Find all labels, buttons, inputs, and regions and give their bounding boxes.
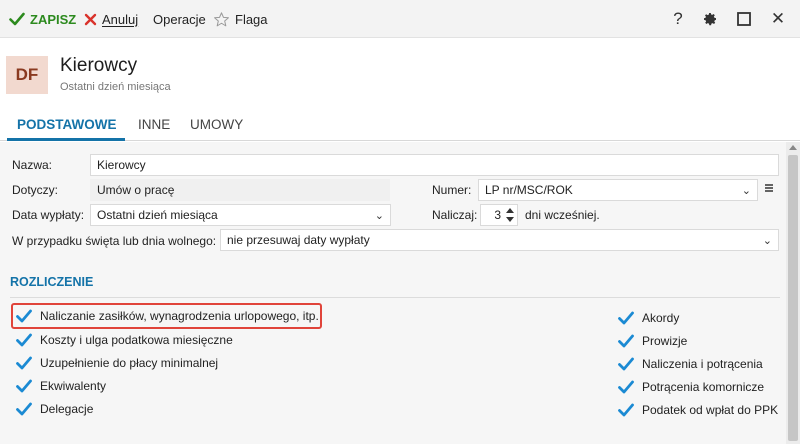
scroll-up-arrow-icon[interactable] bbox=[789, 145, 797, 150]
tab-podstawowe[interactable]: PODSTAWOWE bbox=[17, 117, 117, 132]
checkbox-accruals-deductions[interactable]: Naliczenia i potrącenia bbox=[618, 354, 763, 374]
tab-bar: PODSTAWOWE INNE UMOWY bbox=[0, 111, 800, 141]
section-divider bbox=[10, 297, 780, 298]
accrue-suffix: dni wcześniej. bbox=[525, 208, 600, 222]
square-icon bbox=[737, 12, 751, 26]
check-icon bbox=[618, 357, 634, 371]
checkbox-delegations[interactable]: Delegacje bbox=[16, 399, 93, 419]
checkbox-label: Naliczanie zasiłków, wynagrodzenia urlop… bbox=[40, 309, 319, 323]
checkbox-piecework[interactable]: Akordy bbox=[618, 308, 679, 328]
holiday-label: W przypadku święta lub dnia wolnego: bbox=[12, 234, 217, 248]
tab-inne[interactable]: INNE bbox=[138, 117, 170, 132]
check-icon bbox=[618, 311, 634, 325]
applies-label: Dotyczy: bbox=[12, 183, 59, 197]
page-subtitle: Ostatni dzień miesiąca bbox=[60, 81, 171, 93]
stepper-arrows-icon[interactable] bbox=[506, 208, 514, 222]
maximize-button[interactable] bbox=[734, 9, 754, 29]
operations-menu-button[interactable]: Operacje bbox=[153, 10, 206, 28]
chevron-down-icon: ⌄ bbox=[374, 210, 384, 222]
applies-field: Umów o pracę bbox=[90, 179, 390, 201]
checkbox-equivalents[interactable]: Ekwiwalenty bbox=[16, 376, 106, 396]
checkbox-label: Naliczenia i potrącenia bbox=[642, 357, 763, 371]
checkbox-tax-costs[interactable]: Koszty i ulga podatkowa miesięczne bbox=[16, 330, 233, 350]
gear-icon[interactable] bbox=[700, 9, 720, 29]
save-button[interactable]: ZAPISZ bbox=[9, 10, 76, 28]
check-icon bbox=[618, 334, 634, 348]
checkbox-label: Potrącenia komornicze bbox=[642, 380, 765, 394]
name-label: Nazwa: bbox=[12, 158, 53, 172]
vertical-scrollbar[interactable] bbox=[786, 142, 800, 444]
cancel-button[interactable]: Anuluj bbox=[84, 10, 138, 28]
form-panel: Nazwa: Kierowcy Dotyczy: Umów o pracę Nu… bbox=[0, 142, 786, 444]
save-label: ZAPISZ bbox=[30, 11, 77, 27]
flag-button[interactable]: Flaga bbox=[213, 10, 268, 28]
checkbox-ppk-tax[interactable]: Podatek od wpłat do PPK bbox=[618, 400, 778, 420]
menu-lines-icon[interactable] bbox=[764, 182, 776, 196]
accrue-days-stepper[interactable]: 3 bbox=[480, 204, 518, 226]
toolbar: ZAPISZ Anuluj Operacje Flaga ? ✕ bbox=[0, 0, 800, 38]
checkbox-label: Prowizje bbox=[642, 334, 688, 348]
check-icon bbox=[16, 356, 32, 370]
avatar: DF bbox=[6, 56, 48, 94]
holiday-select[interactable]: nie przesuwaj daty wypłaty ⌄ bbox=[220, 229, 779, 251]
close-icon bbox=[84, 13, 97, 25]
chevron-down-icon: ⌄ bbox=[762, 235, 772, 247]
record-header: DF Kierowcy Ostatni dzień miesiąca bbox=[0, 39, 800, 111]
chevron-down-icon: ⌄ bbox=[741, 185, 751, 197]
page-title: Kierowcy bbox=[60, 55, 138, 76]
scrollbar-thumb[interactable] bbox=[788, 155, 798, 441]
checkbox-commissions[interactable]: Prowizje bbox=[618, 331, 687, 351]
check-icon bbox=[16, 333, 32, 347]
star-icon bbox=[214, 11, 229, 26]
tab-umowy[interactable]: UMOWY bbox=[190, 117, 243, 132]
checkbox-label: Uzupełnienie do płacy minimalnej bbox=[40, 356, 219, 370]
number-label: Numer: bbox=[432, 183, 472, 197]
active-tab-indicator bbox=[7, 138, 125, 141]
check-icon bbox=[618, 380, 634, 394]
operations-label: Operacje bbox=[153, 11, 206, 27]
flag-label: Flaga bbox=[235, 11, 268, 27]
checkbox-label: Podatek od wpłat do PPK bbox=[642, 403, 779, 417]
check-icon bbox=[16, 309, 32, 323]
checkbox-label: Akordy bbox=[642, 311, 680, 325]
payout-date-select[interactable]: Ostatni dzień miesiąca ⌄ bbox=[90, 204, 391, 226]
check-icon bbox=[16, 402, 32, 416]
number-select[interactable]: LP nr/MSC/ROK ⌄ bbox=[478, 179, 758, 201]
cancel-label: Anuluj bbox=[102, 11, 139, 27]
checkbox-label: Delegacje bbox=[40, 402, 94, 416]
checkbox-benefits-accrual[interactable]: Naliczanie zasiłków, wynagrodzenia urlop… bbox=[16, 306, 319, 326]
checkmark-icon bbox=[9, 12, 25, 26]
check-icon bbox=[16, 379, 32, 393]
checkbox-minimum-wage[interactable]: Uzupełnienie do płacy minimalnej bbox=[16, 353, 218, 373]
accrue-label: Naliczaj: bbox=[432, 208, 478, 222]
payout-date-label: Data wypłaty: bbox=[12, 208, 85, 222]
settlement-section-title: ROZLICZENIE bbox=[10, 275, 94, 289]
checkbox-bailiff-deductions[interactable]: Potrącenia komornicze bbox=[618, 377, 764, 397]
close-window-button[interactable]: ✕ bbox=[768, 9, 788, 29]
check-icon bbox=[618, 403, 634, 417]
name-field[interactable]: Kierowcy bbox=[90, 154, 779, 176]
checkbox-label: Koszty i ulga podatkowa miesięczne bbox=[40, 333, 233, 347]
checkbox-label: Ekwiwalenty bbox=[40, 379, 107, 393]
help-button[interactable]: ? bbox=[668, 9, 688, 29]
